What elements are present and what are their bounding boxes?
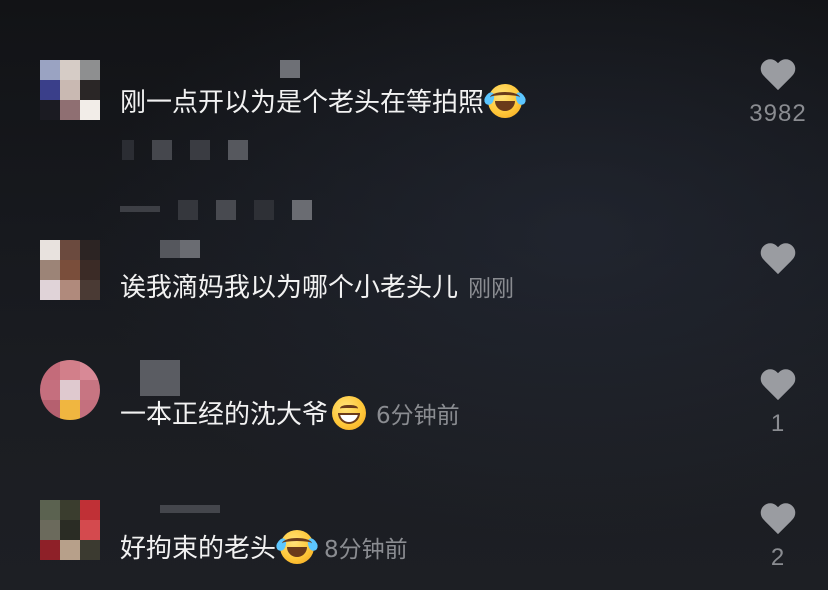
comment-time: 8分钟前 <box>324 537 408 563</box>
avatar[interactable] <box>40 240 100 300</box>
rolling-laughing-emoji-icon <box>482 84 528 118</box>
heart-icon <box>760 370 796 402</box>
comment-time: 6分钟前 <box>376 403 460 429</box>
comment-text[interactable]: 一本正经的沈大爷 6分钟前 <box>120 396 460 433</box>
rolling-laughing-emoji-icon <box>274 530 320 564</box>
like-count: 3982 <box>749 100 807 127</box>
heart-icon <box>760 244 796 276</box>
avatar[interactable] <box>40 500 100 560</box>
comment-text[interactable]: 诶我滴妈我以为哪个小老头儿 刚刚 <box>120 271 514 306</box>
reply-preview-blur <box>122 140 248 160</box>
like-count: 1 <box>770 410 786 437</box>
avatar[interactable] <box>40 60 100 120</box>
like-button[interactable] <box>746 244 810 284</box>
like-button[interactable]: 1 <box>746 370 810 438</box>
grinning-face-emoji-icon <box>332 396 367 430</box>
comment-text[interactable]: 刚一点开以为是个老头在等拍照 <box>120 84 528 120</box>
comment-text[interactable]: 好拘束的老头 8分钟前 <box>120 530 408 567</box>
comment-time: 刚刚 <box>468 276 515 302</box>
like-button[interactable]: 3982 <box>746 60 810 128</box>
like-count: 2 <box>770 544 786 571</box>
avatar[interactable] <box>40 360 100 420</box>
heart-icon <box>760 504 796 536</box>
reply-preview-blur-2 <box>120 200 312 220</box>
comment-body: 一本正经的沈大爷 <box>120 400 329 430</box>
username[interactable] <box>140 360 180 396</box>
username[interactable] <box>280 60 300 78</box>
username[interactable] <box>160 240 200 258</box>
comment-body: 刚一点开以为是个老头在等拍照 <box>120 88 485 118</box>
username[interactable] <box>160 500 220 518</box>
comment-body: 好拘束的老头 <box>120 534 277 564</box>
like-button[interactable]: 2 <box>746 504 810 572</box>
heart-icon <box>760 60 796 92</box>
comment-body: 诶我滴妈我以为哪个小老头儿 <box>120 273 459 303</box>
